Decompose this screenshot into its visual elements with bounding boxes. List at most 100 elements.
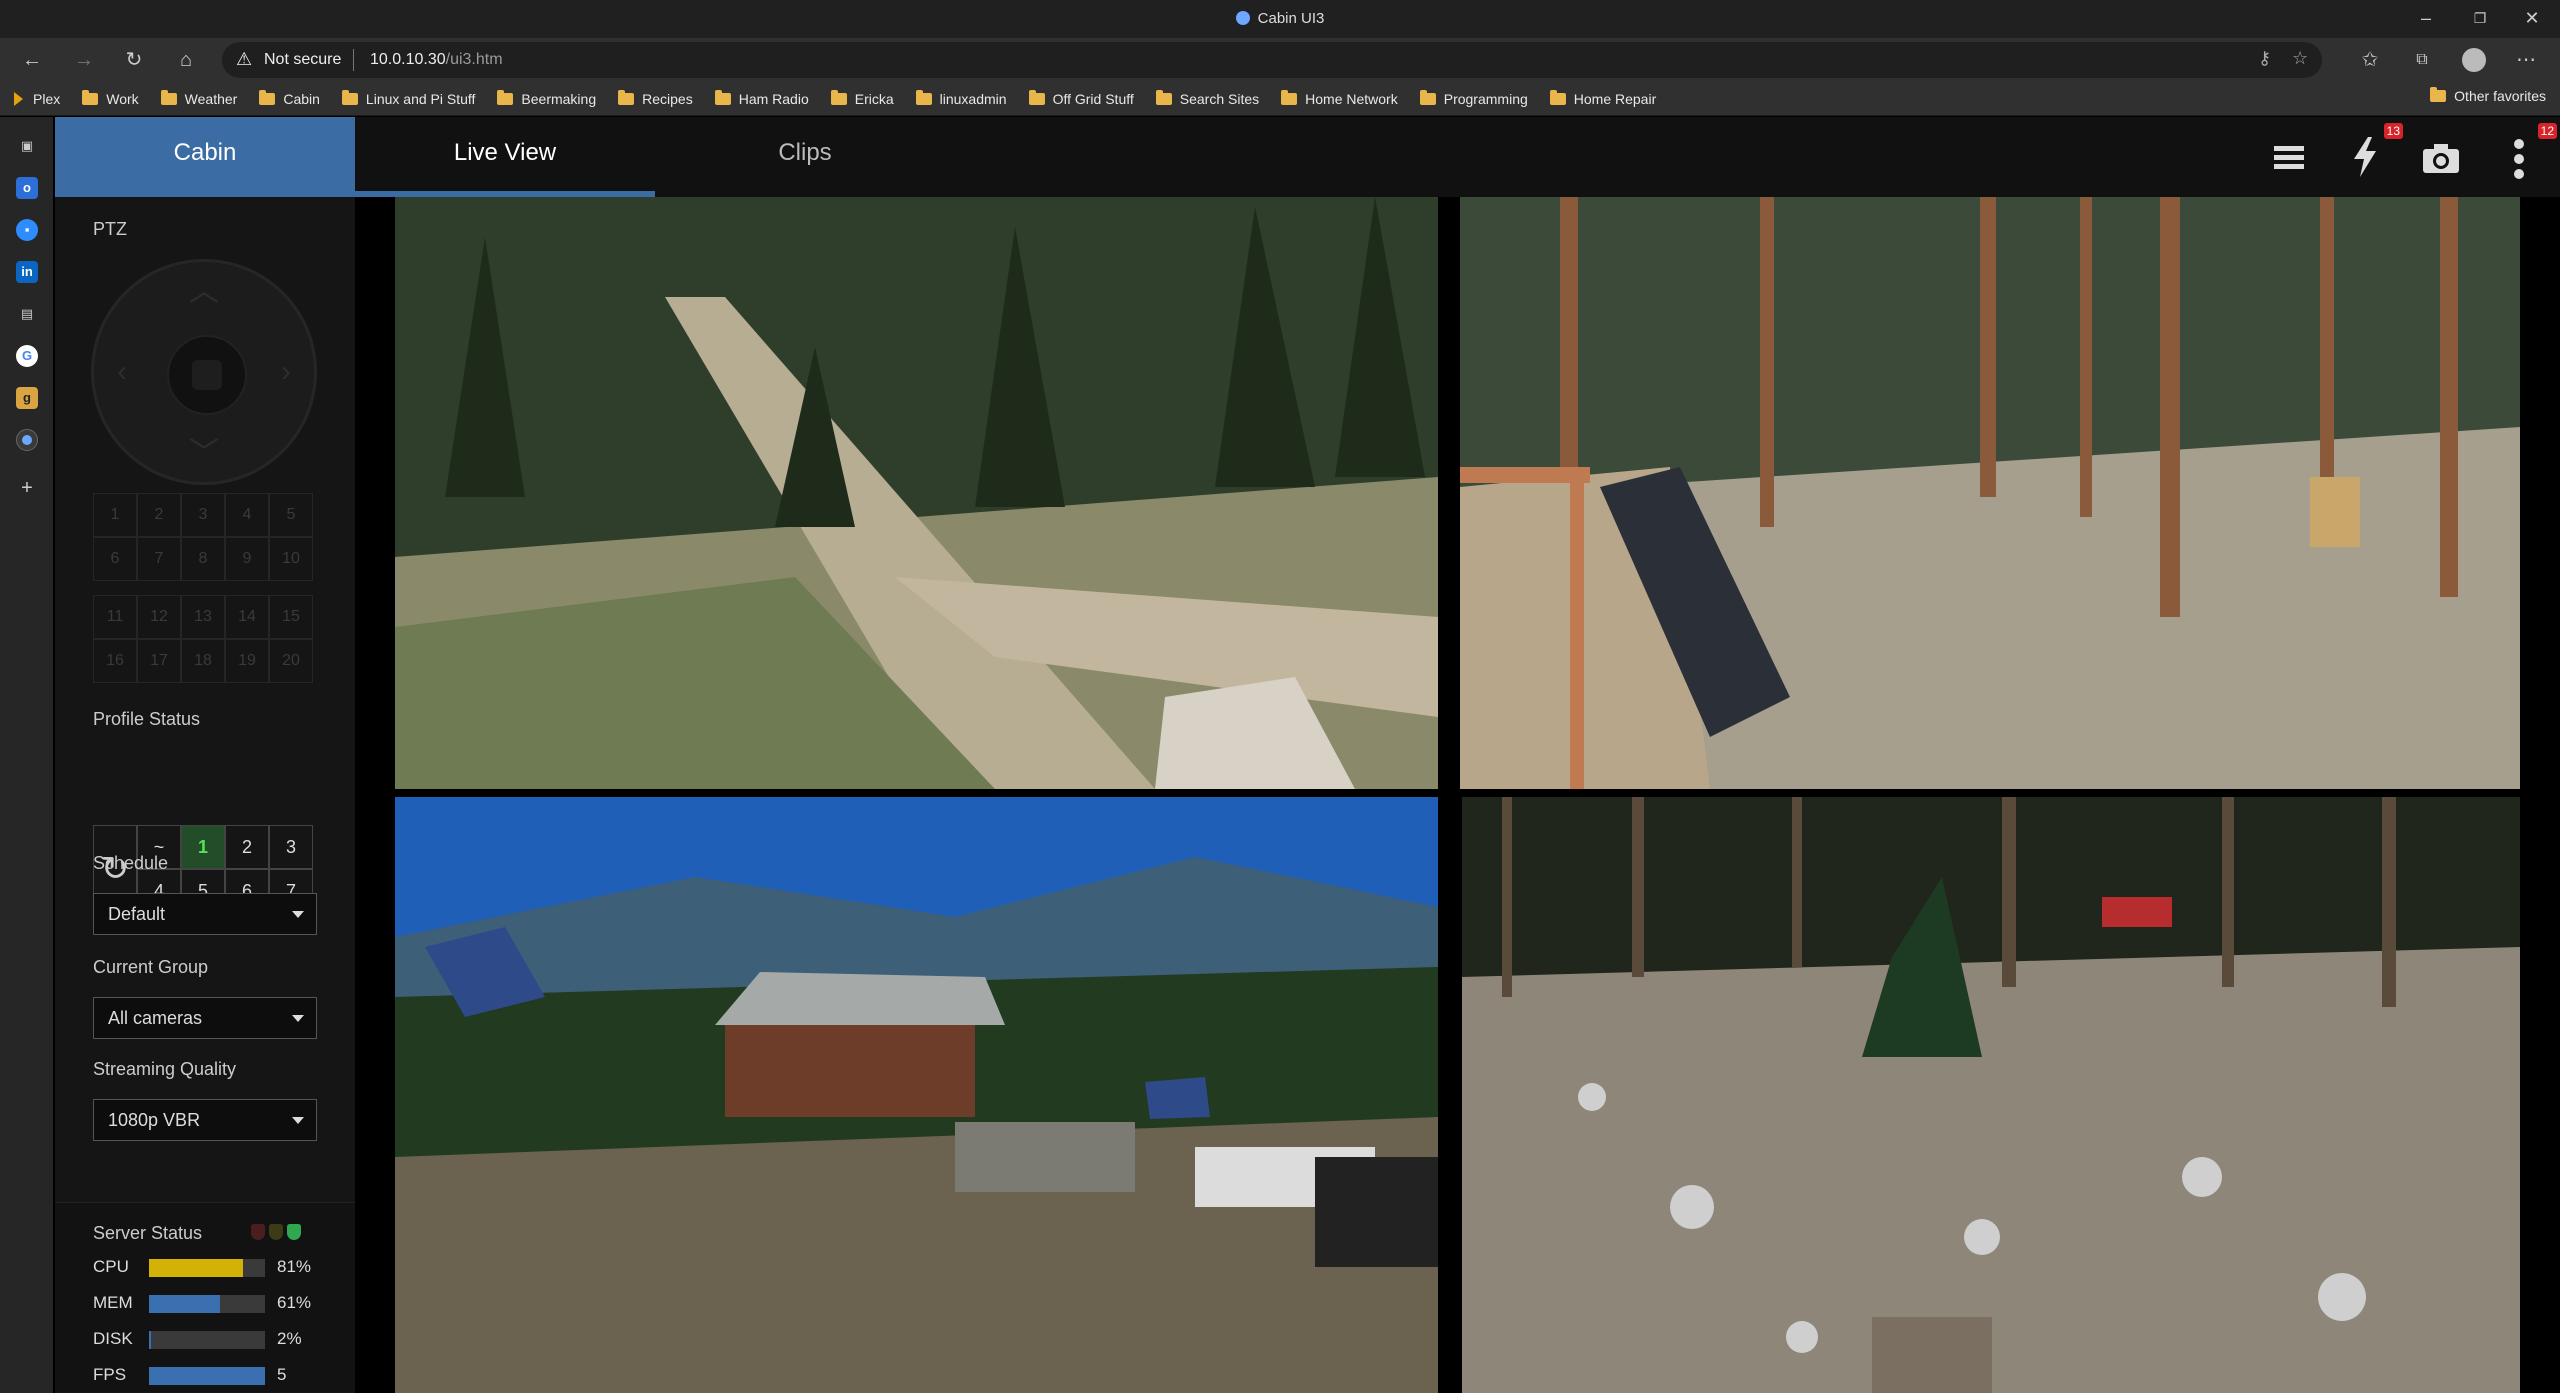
google-icon[interactable]: G: [16, 345, 38, 367]
favorite-link[interactable]: Linux and Pi Stuff: [341, 90, 475, 107]
favorite-link[interactable]: Cabin: [259, 90, 320, 107]
add-sidebar-icon[interactable]: +: [16, 477, 38, 499]
favorite-link[interactable]: Weather: [160, 90, 237, 107]
folder-icon: [259, 90, 276, 105]
favorite-link[interactable]: Programming: [1419, 90, 1528, 107]
ptz-up-icon[interactable]: ︿: [184, 272, 224, 312]
ptz-preset-button[interactable]: 2: [137, 493, 181, 537]
ptz-preset-button[interactable]: 10: [269, 537, 313, 581]
ptz-preset-button[interactable]: 16: [93, 639, 137, 683]
ptz-preset-button[interactable]: 11: [93, 595, 137, 639]
key-icon[interactable]: ⚷: [2258, 48, 2271, 69]
camera-tile[interactable]: [1462, 797, 2520, 1393]
preset-grid-b: 11 12 13 14 15 16 17 18 19 20: [93, 595, 313, 683]
ptz-right-icon[interactable]: ›: [266, 352, 306, 392]
group-select[interactable]: All cameras: [93, 997, 317, 1039]
collections-icon[interactable]: ⧉: [2408, 46, 2436, 74]
ptz-preset-button[interactable]: 7: [137, 537, 181, 581]
add-favorite-icon[interactable]: ☆: [2292, 48, 2308, 69]
tab-actions-icon[interactable]: ▣: [16, 135, 38, 157]
favorite-link[interactable]: Home Repair: [1549, 90, 1656, 107]
document-icon[interactable]: ▤: [16, 303, 38, 325]
ptz-preset-button[interactable]: 18: [181, 639, 225, 683]
ptz-preset-button[interactable]: 6: [93, 537, 137, 581]
forward-icon[interactable]: →: [70, 46, 98, 74]
close-window-icon[interactable]: ✕: [2512, 4, 2552, 32]
tab-clips[interactable]: Clips: [655, 117, 955, 197]
favorite-link[interactable]: Search Sites: [1155, 90, 1259, 107]
folder-icon: [497, 90, 514, 105]
camera-tile[interactable]: [1460, 197, 2520, 789]
outlook-icon[interactable]: o: [16, 177, 38, 199]
back-icon[interactable]: ←: [18, 46, 46, 74]
url-text[interactable]: 10.0.10.30/ui3.htm: [370, 51, 503, 69]
favorite-link[interactable]: linuxadmin: [915, 90, 1007, 107]
favorite-link[interactable]: Recipes: [618, 90, 693, 107]
folder-icon: [830, 90, 847, 105]
address-separator: [353, 49, 354, 71]
favorite-label: Cabin: [283, 91, 320, 107]
ptz-preset-button[interactable]: 14: [225, 595, 269, 639]
schedule-select[interactable]: Default: [93, 893, 317, 935]
favorite-link[interactable]: Off Grid Stuff: [1028, 90, 1134, 107]
ptz-preset-button[interactable]: 17: [137, 639, 181, 683]
zoom-icon[interactable]: ▪: [16, 219, 38, 241]
camera-feed-trail: [395, 197, 1438, 789]
ptz-pad[interactable]: ︿ ﹀ ‹ ›: [91, 259, 317, 485]
other-favorites-link[interactable]: Other favorites: [2430, 87, 2546, 104]
profile-button[interactable]: 2: [225, 825, 269, 869]
ptz-zoom-ring[interactable]: [167, 335, 247, 415]
camera-tile[interactable]: [395, 197, 1438, 789]
menu-badge: 12: [2537, 123, 2557, 139]
tab-live-view[interactable]: Live View: [355, 117, 655, 197]
shield-yellow-icon: [269, 1224, 283, 1240]
server-name-tab[interactable]: Cabin: [55, 117, 355, 197]
restore-icon[interactable]: ❐: [2460, 4, 2500, 32]
goodreads-icon[interactable]: g: [16, 387, 38, 409]
profile-button[interactable]: 3: [269, 825, 313, 869]
ptz-preset-button[interactable]: 4: [225, 493, 269, 537]
folder-icon: [160, 90, 177, 105]
address-bar[interactable]: ⚠ Not secure 10.0.10.30/ui3.htm ⚷ ☆: [222, 42, 2322, 78]
favorite-link[interactable]: Plex: [14, 91, 60, 107]
ptz-preset-button[interactable]: 20: [269, 639, 313, 683]
ptz-preset-button[interactable]: 1: [93, 493, 137, 537]
favorite-link[interactable]: Beermaking: [497, 90, 596, 107]
camera-icon[interactable]: [2417, 137, 2465, 177]
home-icon[interactable]: ⌂: [172, 46, 200, 74]
favorites-icon[interactable]: ✩: [2356, 46, 2384, 74]
favorite-link[interactable]: Home Network: [1281, 90, 1398, 107]
reload-icon[interactable]: ↻: [120, 46, 148, 74]
ptz-preset-button[interactable]: 15: [269, 595, 313, 639]
ptz-preset-button[interactable]: 9: [225, 537, 269, 581]
menu-dots-icon[interactable]: 12: [2495, 123, 2557, 179]
ptz-preset-button[interactable]: 12: [137, 595, 181, 639]
linkedin-icon[interactable]: in: [16, 261, 38, 283]
preset-grid-a: 1 2 3 4 5 6 7 8 9 10: [93, 493, 313, 581]
favorite-link[interactable]: Ericka: [830, 90, 894, 107]
profile-avatar-icon[interactable]: [2460, 46, 2488, 74]
blue-iris-icon: [1235, 11, 1250, 25]
lightning-icon[interactable]: 13: [2341, 123, 2403, 177]
ptz-down-icon[interactable]: ﹀: [184, 434, 224, 474]
blue-iris-sidebar-icon[interactable]: [16, 429, 38, 451]
ptz-preset-button[interactable]: 5: [269, 493, 313, 537]
ptz-left-icon[interactable]: ‹: [102, 352, 142, 392]
ptz-preset-button[interactable]: 19: [225, 639, 269, 683]
favorite-label: Ham Radio: [738, 91, 809, 107]
minimize-icon[interactable]: –: [2406, 4, 2446, 32]
camera-tile[interactable]: [395, 797, 1438, 1393]
not-secure-label: Not secure: [264, 51, 342, 68]
favorite-link[interactable]: Work: [82, 90, 139, 107]
ptz-preset-button[interactable]: 8: [181, 537, 225, 581]
ptz-home-button[interactable]: [192, 360, 222, 390]
layout-list-icon[interactable]: [2265, 137, 2313, 177]
profile-button[interactable]: 1: [181, 825, 225, 869]
ptz-preset-button[interactable]: 13: [181, 595, 225, 639]
favorite-link[interactable]: Ham Radio: [714, 90, 809, 107]
browser-menu-icon[interactable]: ⋯: [2512, 46, 2540, 74]
ptz-preset-button[interactable]: 3: [181, 493, 225, 537]
quality-select[interactable]: 1080p VBR: [93, 1099, 317, 1141]
edge-sidebar: ▣ o ▪ in ▤ G g +: [0, 117, 53, 1393]
favorite-label: Plex: [33, 91, 61, 107]
